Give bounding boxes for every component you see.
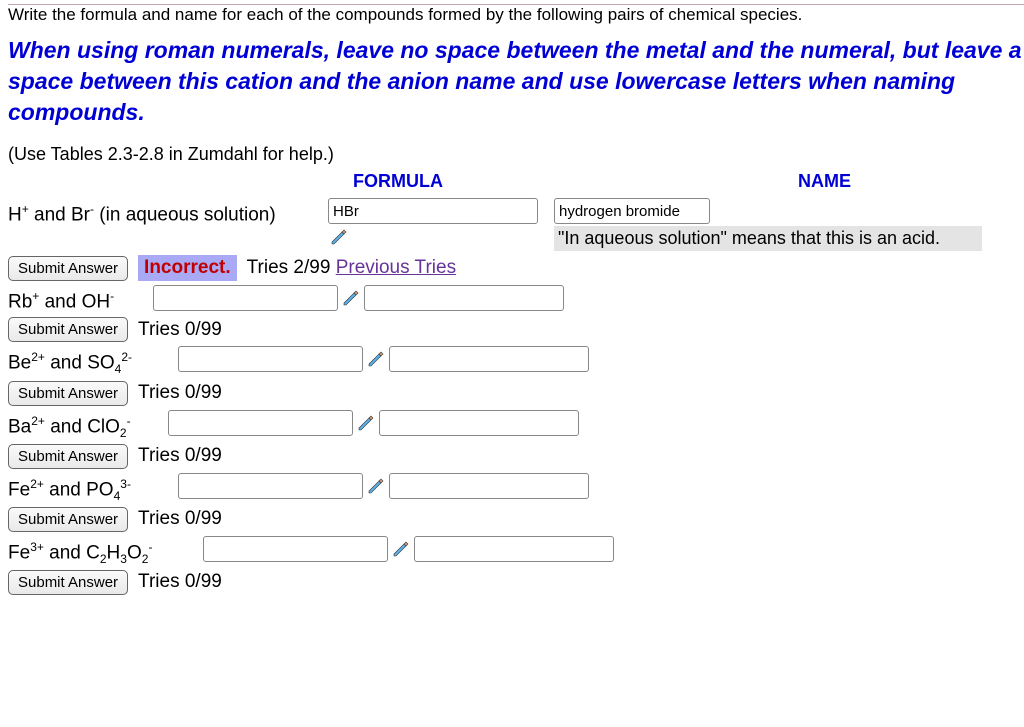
question-text: Write the formula and name for each of t… [8,4,1024,25]
name-input-3[interactable] [389,346,589,372]
formula-input-5[interactable] [178,473,363,499]
edit-icon[interactable] [330,228,348,246]
edit-icon[interactable] [357,414,375,432]
species-pair-3: Be2+ and SO42- [8,346,178,376]
tries-count-1: Tries 2/99 Previous Tries [247,257,456,279]
formula-input-4[interactable] [168,410,353,436]
species-pair-6: Fe3+ and C2H3O2- [8,536,203,566]
submit-button-6[interactable]: Submit Answer [8,570,128,595]
tries-count-5: Tries 0/99 [138,508,222,530]
edit-icon[interactable] [342,289,360,307]
name-input-4[interactable] [379,410,579,436]
formula-input-1[interactable] [328,198,538,224]
name-header: NAME [648,171,851,192]
column-headers: FORMULA NAME [8,171,1024,192]
submit-button-4[interactable]: Submit Answer [8,444,128,469]
name-input-6[interactable] [414,536,614,562]
submit-button-3[interactable]: Submit Answer [8,381,128,406]
formula-input-6[interactable] [203,536,388,562]
instructions-text: When using roman numerals, leave no spac… [8,35,1024,128]
edit-icon[interactable] [367,350,385,368]
formula-input-3[interactable] [178,346,363,372]
formula-input-2[interactable] [153,285,338,311]
name-input-2[interactable] [364,285,564,311]
name-input-1[interactable] [554,198,710,224]
tries-count-3: Tries 0/99 [138,382,222,404]
previous-tries-link[interactable]: Previous Tries [336,257,456,278]
name-input-5[interactable] [389,473,589,499]
submit-button-2[interactable]: Submit Answer [8,317,128,342]
tries-count-2: Tries 0/99 [138,319,222,341]
help-text: (Use Tables 2.3-2.8 in Zumdahl for help.… [8,144,1024,165]
incorrect-badge: Incorrect. [138,255,237,281]
edit-icon[interactable] [392,540,410,558]
species-pair-1: H+ and Br- (in aqueous solution) [8,198,328,251]
feedback-text-1: "In aqueous solution" means that this is… [554,226,982,251]
formula-header: FORMULA [353,171,648,192]
submit-button-5[interactable]: Submit Answer [8,507,128,532]
edit-icon[interactable] [367,477,385,495]
species-pair-5: Fe2+ and PO43- [8,473,178,503]
tries-count-6: Tries 0/99 [138,571,222,593]
submit-button-1[interactable]: Submit Answer [8,256,128,281]
tries-count-4: Tries 0/99 [138,445,222,467]
species-pair-2: Rb+ and OH- [8,285,153,313]
species-pair-4: Ba2+ and ClO2- [8,410,168,440]
